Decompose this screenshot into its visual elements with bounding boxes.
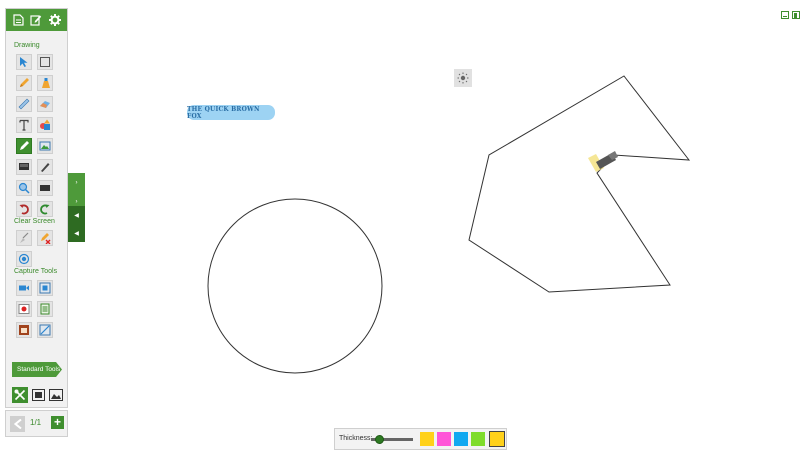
rectangle-select-tool[interactable]: [37, 54, 53, 70]
screen-tool[interactable]: [16, 159, 32, 175]
record-icon: [18, 304, 30, 314]
ruler-icon: [18, 98, 30, 110]
redo-button[interactable]: [37, 201, 53, 217]
expand-tab-1[interactable]: ›: [68, 173, 85, 192]
page-count: 1/1: [30, 418, 42, 427]
marquee-icon: [40, 57, 50, 67]
collapse-tab-2[interactable]: ◀: [68, 225, 85, 242]
marker-icon: [41, 163, 50, 172]
minimize-icon: [783, 16, 787, 17]
color-swatch-pink[interactable]: [437, 432, 451, 446]
select-tool[interactable]: [16, 54, 32, 70]
clear-annotations-button[interactable]: [16, 230, 32, 246]
whiteboard-mode-button[interactable]: [30, 387, 46, 403]
screenshot-icon: [39, 282, 51, 294]
window-capture-button[interactable]: [16, 322, 32, 338]
new-document-button[interactable]: [11, 13, 25, 27]
triangle-left-icon: ◀: [74, 231, 79, 237]
eraser-icon: [40, 101, 50, 108]
pointer-icon: [20, 57, 28, 67]
text-tool[interactable]: [16, 117, 32, 133]
zoom-tool[interactable]: [16, 180, 32, 196]
settings-button[interactable]: [48, 13, 62, 27]
edit-document-button[interactable]: [29, 13, 43, 27]
pen-tool[interactable]: [16, 138, 32, 154]
video-capture-button[interactable]: [16, 280, 32, 296]
section-label-capture-tools: Capture Tools: [14, 268, 58, 275]
add-page-button[interactable]: +: [51, 416, 64, 429]
color-swatch-green[interactable]: [471, 432, 485, 446]
marker-pen-icon: [588, 151, 618, 172]
undo-button[interactable]: [16, 201, 32, 217]
window-capture-icon: [19, 325, 29, 335]
sun-icon: [457, 72, 469, 84]
video-camera-icon: [19, 285, 29, 291]
undo-icon: [19, 204, 29, 215]
polygon-shape: [468, 75, 691, 293]
standard-tools-button[interactable]: Standard Tools: [12, 362, 62, 377]
properties-bar: Thickness:: [334, 428, 507, 450]
color-swatch-selected[interactable]: [489, 431, 505, 447]
region-capture-button[interactable]: [37, 322, 53, 338]
panel-header: [6, 9, 67, 31]
highlighter-icon: [42, 78, 50, 88]
pencil-tool[interactable]: [16, 75, 32, 91]
magnifier-icon: [18, 182, 30, 194]
marker-tool[interactable]: [37, 159, 53, 175]
tools-icon: [14, 389, 26, 401]
previous-page-button[interactable]: [10, 416, 25, 432]
shapes-tool[interactable]: [37, 117, 53, 133]
shapes-icon: [40, 119, 50, 130]
document-capture-button[interactable]: [37, 301, 53, 317]
restore-icon: [794, 13, 797, 18]
whiteboard-icon: [31, 389, 45, 401]
restore-button[interactable]: [792, 11, 800, 19]
clear-pen-icon: [41, 233, 51, 244]
screenshot-button[interactable]: [37, 280, 53, 296]
section-label-drawing: Drawing: [14, 42, 40, 49]
thickness-label: Thickness:: [339, 435, 373, 442]
document-icon: [13, 14, 24, 26]
circle-shape: [207, 198, 383, 374]
gear-icon: [48, 14, 61, 26]
collapse-tab-1[interactable]: ◀: [68, 206, 85, 225]
chevron-right-icon: ›: [75, 179, 78, 186]
clear-all-button[interactable]: [37, 230, 53, 246]
edit-icon: [30, 15, 42, 26]
eraser-tool[interactable]: [37, 96, 53, 112]
image-tool[interactable]: [37, 138, 53, 154]
spotlight-icon: [18, 253, 30, 265]
pen-icon: [20, 141, 29, 150]
canvas-settings-button[interactable]: [454, 69, 472, 87]
background-mode-button[interactable]: [48, 387, 64, 403]
screen-icon: [19, 163, 29, 170]
blackboard-tool[interactable]: [37, 180, 53, 196]
document-capture-icon: [40, 303, 50, 315]
blackboard-icon: [40, 185, 50, 191]
page-navigator: 1/1 +: [5, 410, 68, 437]
color-swatch-yellow[interactable]: [420, 432, 434, 446]
tool-panel: Drawing Clear Screen Capture Tools Stand…: [5, 8, 68, 408]
line-tool[interactable]: [16, 96, 32, 112]
image-icon: [39, 141, 51, 151]
drawing-canvas[interactable]: [0, 0, 800, 450]
chevron-right-icon: ›: [75, 198, 78, 205]
record-button[interactable]: [16, 301, 32, 317]
chevron-left-icon: [13, 419, 22, 429]
color-swatch-blue[interactable]: [454, 432, 468, 446]
tools-mode-button[interactable]: [12, 387, 28, 403]
section-label-clear-screen: Clear Screen: [14, 218, 55, 225]
redo-icon: [40, 204, 50, 215]
text-annotation[interactable]: THE QUICK BROWN FOX: [187, 105, 275, 120]
thickness-slider-knob[interactable]: [375, 435, 384, 444]
text-icon: [19, 119, 29, 131]
triangle-left-icon: ◀: [74, 213, 79, 219]
landscape-icon: [49, 389, 63, 401]
spotlight-tool[interactable]: [16, 251, 32, 267]
region-capture-icon: [39, 324, 51, 336]
highlighter-tool[interactable]: [37, 75, 53, 91]
minimize-button[interactable]: [781, 11, 789, 19]
broom-icon: [20, 232, 29, 243]
pencil-icon: [20, 78, 29, 87]
